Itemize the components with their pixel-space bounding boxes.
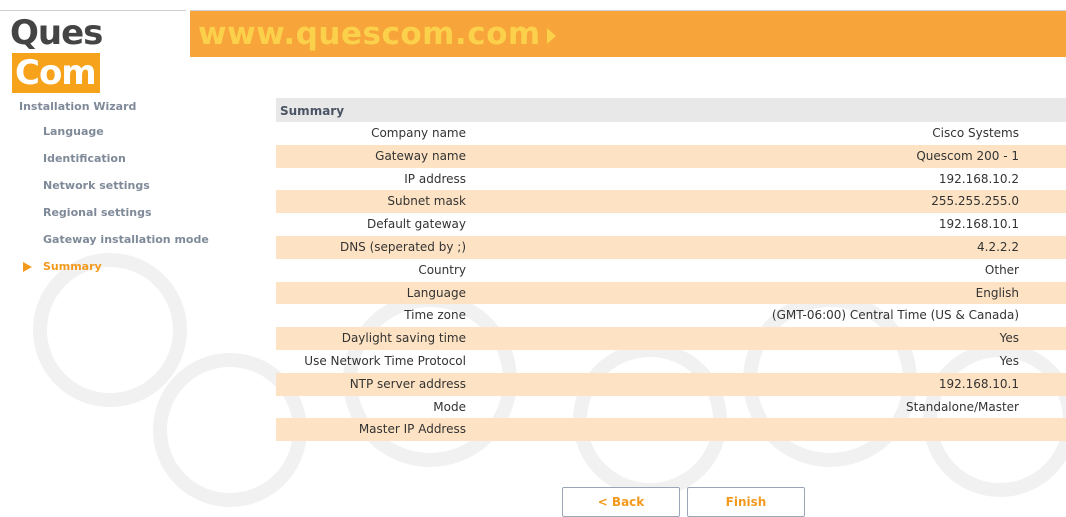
row-value: Quescom 200 - 1 [916,148,1019,163]
play-arrow-icon [23,262,32,272]
summary-title: Summary [276,98,1066,122]
table-row: Language English [276,281,1066,305]
sidebar-item-gateway-installation-mode[interactable]: Gateway installation mode [43,233,209,246]
row-value: 255.255.255.0 [931,194,1019,209]
finish-button[interactable]: Finish [687,487,805,517]
table-row: NTP server address 192.168.10.1 [276,372,1066,396]
row-value: Yes [999,331,1019,346]
table-row: Mode Standalone/Master [276,396,1066,419]
row-label: Daylight saving time [341,331,466,346]
row-value: English [975,285,1019,300]
row-label: IP address [404,171,466,186]
row-value: 192.168.10.1 [938,217,1019,232]
row-label: Time zone [404,308,466,323]
table-row: Company name Cisco Systems [276,122,1066,145]
row-value: 192.168.10.2 [938,171,1019,186]
banner-arrow-icon [546,27,556,44]
row-label: Default gateway [367,217,466,232]
row-label: Use Network Time Protocol [304,353,466,368]
table-row: Default gateway 192.168.10.1 [276,213,1066,236]
summary-table: Summary Company name Cisco Systems Gatew… [276,98,1066,442]
table-row: Daylight saving time Yes [276,327,1066,350]
row-label: Country [418,262,466,277]
row-label: Company name [371,126,466,140]
header-banner: QuesCom www.quescom.com [0,10,1066,93]
sidebar-item-identification[interactable]: Identification [43,152,126,165]
table-row: Time zone (GMT-06:00) Central Time (US &… [276,304,1066,327]
row-value: Yes [999,353,1019,368]
quescom-logo: QuesCom [0,10,186,93]
row-label: Mode [433,399,466,414]
row-value: 192.168.10.1 [938,376,1019,391]
table-row: Use Network Time Protocol Yes [276,350,1066,373]
row-value: Cisco Systems [932,126,1019,140]
row-label: Subnet mask [387,194,466,209]
row-label: DNS (seperated by ;) [339,239,466,254]
row-label: Gateway name [375,148,466,163]
row-value: Standalone/Master [906,399,1019,414]
wizard-title: Installation Wizard [19,100,137,113]
row-value: (GMT-06:00) Central Time (US & Canada) [771,308,1019,323]
logo-com-text: Com [12,53,100,93]
back-button[interactable]: < Back [562,487,680,517]
table-row: Subnet mask 255.255.255.0 [276,190,1066,214]
row-label: NTP server address [349,376,466,391]
table-row: IP address 192.168.10.2 [276,168,1066,191]
sidebar-item-regional-settings[interactable]: Regional settings [43,206,152,219]
row-label: Master IP Address [358,422,466,437]
website-banner: www.quescom.com [190,10,1066,57]
sidebar-item-language[interactable]: Language [43,125,104,138]
sidebar-item-summary[interactable]: Summary [43,260,102,273]
row-value: 4.2.2.2 [977,239,1019,254]
table-row: Master IP Address [276,418,1066,442]
row-label: Language [406,285,466,300]
sidebar-item-network-settings[interactable]: Network settings [43,179,150,192]
table-row: DNS (seperated by ;) 4.2.2.2 [276,235,1066,259]
table-row: Country Other [276,259,1066,282]
table-row: Gateway name Quescom 200 - 1 [276,144,1066,168]
banner-url-text: www.quescom.com [198,16,541,52]
logo-ques-text: Ques [10,13,103,53]
row-value: Other [984,262,1019,277]
